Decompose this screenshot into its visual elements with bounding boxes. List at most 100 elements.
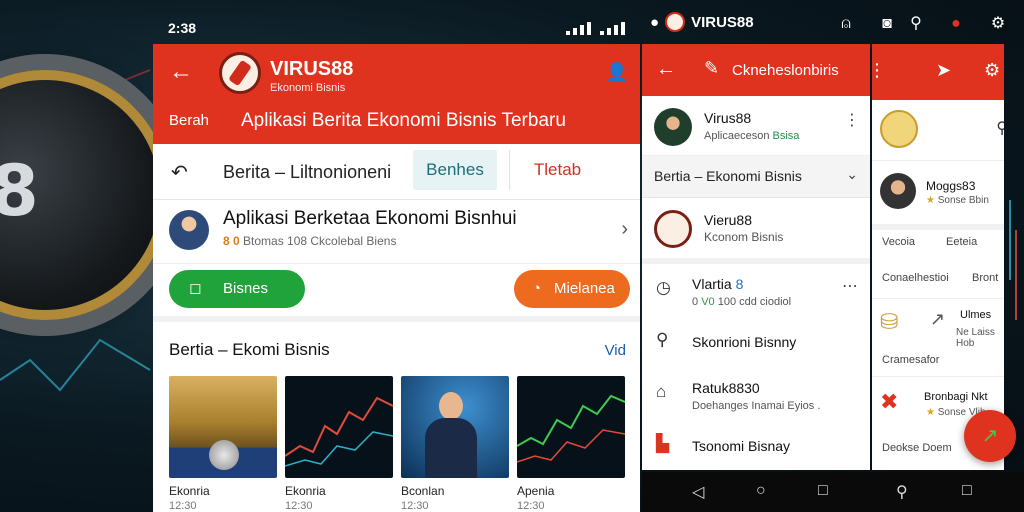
search-icon[interactable]: ⚲	[896, 482, 908, 502]
side-panel: ⋮ ➤ ⚙ ⚲ Moggs83 ★ Sonse Bbin Vecoia Eete…	[872, 44, 1004, 470]
back-arrow-icon[interactable]: ←	[169, 58, 193, 86]
bar-chart-icon: ▙	[656, 434, 670, 453]
list-item[interactable]: ◷ Vlartia 8 0 V0 100 cdd ciodiol ⋯	[642, 264, 870, 316]
news-tile-time: 12:30	[517, 500, 545, 512]
profile-sub: Aplicaeceson Bsisa	[704, 130, 799, 142]
channel-logo[interactable]	[880, 110, 918, 148]
search-icon[interactable]: ⚲	[906, 14, 926, 34]
status-bar: 2:38 ● VIRUS88 ⍝ ◙ ⚲ ● ⚙	[0, 0, 1024, 42]
list-item-title: Ratuk8830	[692, 380, 760, 396]
article-meta: 8 0 Btomas 108 Ckcolebal Biens	[223, 234, 396, 248]
list-item-title: Bronbagi Nkt	[924, 391, 988, 403]
chart-image	[285, 376, 393, 478]
list-item-title: Ulmes	[960, 309, 992, 321]
tab-bar: ↶ Berita – Liltnonioneni Benhes Tletab	[153, 144, 640, 200]
tab-tletab[interactable]: Tletab	[509, 150, 605, 190]
section-link[interactable]: Vid	[605, 342, 626, 359]
profile-name: Moggs83	[926, 179, 976, 193]
news-tile-caption: Bconlan	[401, 484, 445, 498]
main-panel: ← VIRUS88 Ekonomi Bisnis 👤 Berah Aplikas…	[153, 44, 640, 512]
filter-left[interactable]: Vecoia	[882, 236, 915, 248]
list-item-title-text: Vlartia	[692, 276, 732, 292]
list-item[interactable]: ▙ Tsonomi Bisnay	[642, 420, 870, 470]
chart-image-graphic	[285, 396, 393, 467]
profile-sub-text: Sonse Bbin	[934, 195, 989, 206]
article-title: Aplikasi Berketaa Ekonomi Bisnhui	[223, 208, 517, 229]
share-icon[interactable]: ↶	[171, 160, 188, 185]
article-meta-text: Btomas 108 Ckcolebal Biens	[239, 234, 397, 248]
more-icon[interactable]: ⋮	[844, 110, 860, 130]
list-item[interactable]: ⚲ Skonrioni Bisnny	[642, 316, 870, 368]
notification-icon[interactable]: ●	[946, 14, 966, 34]
brand-logo	[654, 210, 692, 248]
featured-article-card[interactable]: Aplikasi Berketaa Ekonomi Bisnhui 8 0 Bt…	[153, 200, 640, 264]
side-header: ⋮ ➤ ⚙	[872, 44, 1004, 100]
settings-icon[interactable]: ⚙	[984, 60, 1000, 81]
news-tile[interactable]: Apenia 12:30	[517, 376, 625, 512]
home-nav-icon[interactable]: ○	[756, 482, 766, 500]
category-right[interactable]: Bront	[972, 272, 998, 284]
person-icon[interactable]: ⍝	[836, 14, 856, 34]
avatar	[880, 173, 916, 209]
search-icon: ⚲	[656, 330, 669, 349]
section-label: Cramesafor	[882, 354, 940, 366]
profile-sub-text: Aplicaeceson	[704, 130, 770, 142]
detail-header-title: Ckneheslonbiris	[732, 62, 839, 79]
list-item-sub-prefix: 0	[692, 296, 699, 308]
featured-channel[interactable]: Vieru88 Kconom Bisnis	[642, 198, 870, 264]
bisnes-button[interactable]: ◻ Bisnes	[169, 270, 305, 308]
menu-list: ◷ Vlartia 8 0 V0 100 cdd ciodiol ⋯ ⚲ Sko…	[642, 264, 870, 470]
app-brand-name: VIRUS88	[270, 58, 354, 80]
news-tile[interactable]: Ekonria 12:30	[169, 376, 277, 512]
back-nav-icon[interactable]: ◁	[692, 482, 704, 502]
profile-row[interactable]: Virus88 Aplicaeceson Bsisa ⋮	[642, 96, 870, 156]
app-header: ← VIRUS88 Ekonomi Bisnis 👤 Berah Aplikas…	[153, 44, 640, 144]
featured-channel-sub: Kconom Bisnis	[704, 230, 784, 244]
more-icon[interactable]: ⋯	[842, 276, 858, 296]
send-icon[interactable]: ➤	[936, 60, 951, 81]
search-icon[interactable]: ⚲	[996, 118, 1004, 138]
news-tile[interactable]: Bconlan 12:30	[401, 376, 509, 512]
category-left[interactable]: Conaelhestioi	[882, 272, 949, 284]
article-avatar	[169, 210, 209, 250]
system-nav-bar: ◁ ○ □ ⚲ □	[642, 472, 1024, 512]
section-header: Bertia – Ekomi Bisnis Vid	[153, 322, 640, 370]
share-fab[interactable]: ↗	[964, 410, 1016, 462]
tab-benhes[interactable]: Benhes	[413, 150, 497, 190]
back-arrow-icon[interactable]: ←	[656, 58, 676, 81]
tools-icon: ✖	[880, 389, 899, 414]
featured-channel-name: Vieru88	[704, 212, 753, 228]
news-tile-time: 12:30	[285, 500, 313, 512]
user-icon[interactable]: 👤	[606, 62, 628, 83]
list-item[interactable]: ⌂ Ratuk8830 Doehanges Inamai Eyios .	[642, 368, 870, 420]
profile-name: Virus88	[704, 110, 752, 126]
profile-card[interactable]: Moggs83 ★ Sonse Bbin	[872, 160, 1004, 230]
bisnes-button-label: Bisnes	[223, 280, 269, 297]
detail-panel: ← ✎ Ckneheslonbiris Virus88 Aplicaeceson…	[642, 44, 870, 470]
brand-logo-icon	[665, 12, 686, 32]
chevron-right-icon[interactable]: ›	[621, 218, 628, 241]
action-buttons: ◻ Bisnes ◔ Mielanea	[153, 264, 640, 322]
detail-header: ← ✎ Ckneheslonbiris	[642, 44, 870, 96]
recents-nav-icon[interactable]: □	[962, 482, 972, 500]
chevron-down-icon: ⌄	[846, 166, 858, 182]
tab-marker-icon[interactable]: ⋮	[872, 60, 886, 81]
status-time: 2:38	[168, 20, 197, 36]
nav-label[interactable]: Berah	[169, 112, 209, 129]
news-tile[interactable]: Ekonria 12:30	[285, 376, 393, 512]
tab-berita[interactable]: Berita – Liltnonioneni	[223, 162, 391, 183]
instagram-icon[interactable]: ◙	[877, 14, 897, 34]
list-item-sub: Doehanges Inamai Eyios .	[692, 400, 821, 412]
coin-stack-icon: ⛁	[880, 309, 899, 334]
brand-logo	[219, 52, 261, 94]
news-grid: Ekonria 12:30 Ekonria 12:30 Bconlan 12:3…	[169, 376, 625, 512]
avatar	[654, 108, 692, 146]
page-title: Aplikasi Berita Ekonomi Bisnis Terbaru	[241, 110, 566, 131]
list-item-sub: 0 V0 100 cdd ciodiol	[692, 296, 791, 308]
settings-icon[interactable]: ⚙	[988, 14, 1008, 34]
mielanea-button[interactable]: ◔ Mielanea	[514, 270, 630, 308]
recents-nav-icon[interactable]: □	[818, 482, 828, 500]
filter-right[interactable]: Eeteia	[946, 236, 977, 248]
edit-icon[interactable]: ✎	[704, 58, 719, 79]
category-dropdown[interactable]: Bertia – Ekonomi Bisnis ⌄	[642, 156, 870, 198]
